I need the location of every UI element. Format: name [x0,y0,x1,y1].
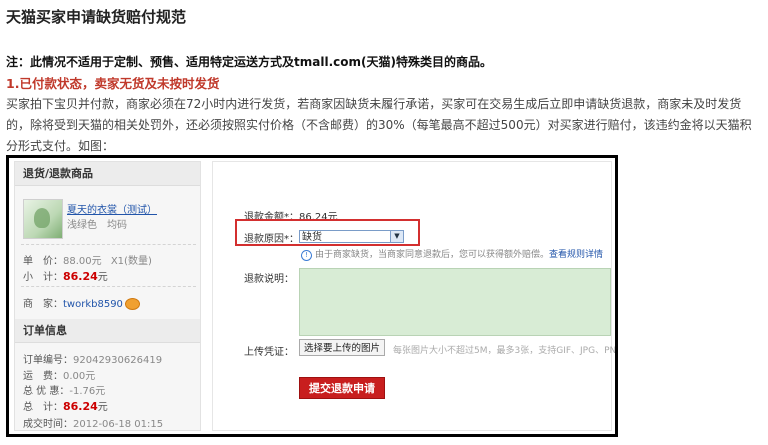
screenshot-frame: 退货/退款商品 夏天的衣裳（测试） 浅绿色 均码 单 价：88.00元 X1(数… [6,155,618,437]
refund-reason-label: 退款原因*： [244,234,299,245]
item-name-link[interactable]: 夏天的衣裳（测试） [67,201,157,216]
rule-paragraph: 买家拍下宝贝并付款，商家必须在72小时内进行发货，若商家因缺货未履行承诺，买家可… [6,97,752,153]
discount-value: -1.76元 [69,386,106,397]
upload-hint: 每张图片大小不超过5M，最多3张，支持GIF、JPG、PN [393,346,617,356]
wangwang-chat-icon[interactable] [124,298,140,310]
reason-hint-text: 由于商家缺货，当商家同意退款后，您可以获得额外赔偿。 [315,250,550,260]
shipping-row: 运 费：0.00元 [23,367,95,382]
info-icon: ! [301,250,312,261]
subtotal-label: 小 计： [23,272,63,283]
shipping-label: 运 费： [23,371,63,382]
discount-label: 总 优 惠： [23,386,70,397]
order-no-value: 92042930626419 [73,355,163,366]
upload-image-button[interactable]: 选择要上传的图片 [299,339,385,356]
upload-label: 上传凭证： [244,347,294,358]
total-row: 总 计：86.24元 [23,398,108,413]
rules-link[interactable]: 查看规则详情 [549,250,603,260]
order-sidebar: 退货/退款商品 夏天的衣裳（测试） 浅绿色 均码 单 价：88.00元 X1(数… [14,161,201,431]
submit-refund-button[interactable]: 提交退款申请 [299,377,385,399]
seller-row: 商 家：tworkb8590 [23,295,140,310]
divider [21,286,196,287]
page-title: 天猫买家申请缺货赔付规范 [6,8,187,26]
deal-time-row: 成交时间：2012-06-18 01:15 [23,415,163,430]
refund-item-header: 退货/退款商品 [15,162,200,186]
quantity-value: X1(数量) [110,256,152,267]
chevron-down-icon[interactable]: ▼ [390,231,403,242]
divider [21,244,196,245]
order-info-header: 订单信息 [15,319,200,343]
item-thumbnail[interactable] [23,199,63,239]
order-no-label: 订单编号： [23,355,73,366]
deal-time-label: 成交时间： [23,419,73,430]
refund-reason-value: 缺货 [302,232,322,243]
seller-label: 商 家： [23,299,63,310]
refund-reason-select[interactable]: 缺货 ▼ [299,230,404,243]
total-unit: 元 [97,402,108,413]
seller-name-link[interactable]: tworkb8590 [63,299,123,310]
price-value: 88.00元 [63,256,102,267]
price-row: 单 价：88.00元 X1(数量) [23,252,152,267]
order-no-row: 订单编号：92042930626419 [23,351,162,366]
subtotal-row: 小 计：86.24元 [23,268,108,283]
section-heading: 1.已付款状态，卖家无货及未按时发货 [6,76,220,91]
price-label: 单 价： [23,256,63,267]
reason-hint: ! 由于商家缺货，当商家同意退款后，您可以获得额外赔偿。查看规则详情 [301,247,603,261]
subtotal-value: 86.24 [63,270,98,283]
refund-form: 退款金额*： 86.24元 退款原因*： 缺货 ▼ ! 由于商家缺货，当商家同意退… [212,161,615,431]
refund-note-label: 退款说明： [244,274,294,285]
total-label: 总 计： [23,402,63,413]
deal-time-value: 2012-06-18 01:15 [73,419,164,430]
applicability-note: 注：此情况不适用于定制、预售、适用特定运送方式及tmall.com(天猫)特殊类… [6,55,492,69]
subtotal-unit: 元 [97,272,108,283]
refund-note-textarea[interactable] [299,268,611,336]
discount-row: 总 优 惠：-1.76元 [23,382,105,397]
shipping-value: 0.00元 [63,371,96,382]
item-attributes: 浅绿色 均码 [67,220,127,231]
total-value: 86.24 [63,400,98,413]
